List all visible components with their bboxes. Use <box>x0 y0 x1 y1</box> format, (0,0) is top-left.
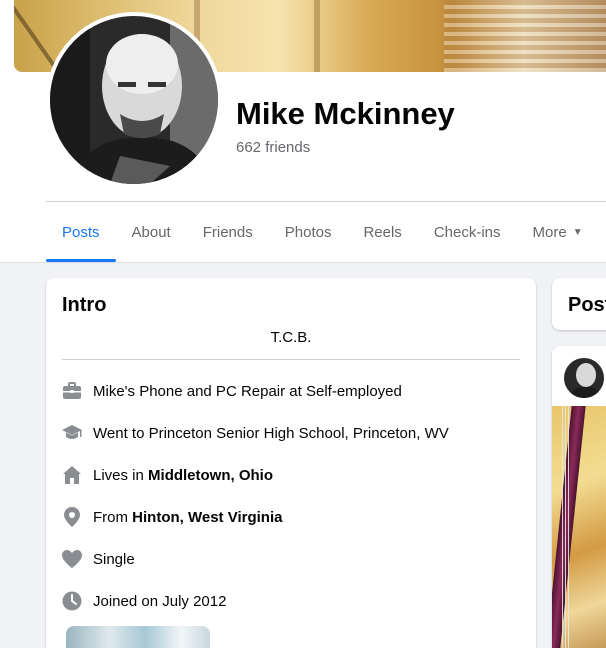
intro-work: Mike's Phone and PC Repair at Self-emplo… <box>60 379 402 403</box>
intro-title: Intro <box>62 294 107 316</box>
profile-tabs: Posts About Friends Photos Reels Check-i… <box>46 202 599 262</box>
intro-relationship-text: Single <box>93 550 135 568</box>
featured-photo[interactable] <box>66 626 210 648</box>
profile-name: Mike Mckinney <box>236 96 455 131</box>
post-card <box>552 346 606 648</box>
tab-reels[interactable]: Reels <box>347 202 417 262</box>
tab-check-ins[interactable]: Check-ins <box>418 202 517 262</box>
posts-header-card: Post <box>552 278 606 330</box>
clock-icon <box>60 589 84 613</box>
tab-photos[interactable]: Photos <box>269 202 348 262</box>
intro-joined-text: Joined on July 2012 <box>93 592 227 610</box>
intro-from-prefix: From <box>93 508 133 526</box>
intro-joined: Joined on July 2012 <box>60 589 226 613</box>
tab-label: Check-ins <box>433 223 501 241</box>
intro-lives: Lives in Middletown, Ohio <box>60 463 273 487</box>
intro-lives-prefix: Lives in <box>93 466 149 484</box>
tab-label: Friends <box>202 223 253 241</box>
tab-posts[interactable]: Posts <box>46 202 116 262</box>
tab-more[interactable]: More ▼ <box>517 202 599 262</box>
intro-divider <box>62 359 520 360</box>
caret-down-icon: ▼ <box>572 226 583 238</box>
heart-icon <box>60 547 84 571</box>
location-pin-icon <box>60 505 84 529</box>
tab-label: Posts <box>62 223 100 241</box>
graduation-cap-icon <box>60 421 84 445</box>
post-photo[interactable] <box>552 406 606 648</box>
intro-from: From Hinton, West Virginia <box>60 505 282 529</box>
tab-friends[interactable]: Friends <box>187 202 269 262</box>
intro-card: Intro T.C.B. Mike's Phone and PC Repair … <box>46 278 536 648</box>
tab-label: About <box>131 223 171 241</box>
home-icon <box>60 463 84 487</box>
tab-label: Photos <box>284 223 332 241</box>
post-author-avatar[interactable] <box>564 358 604 398</box>
intro-from-place[interactable]: Hinton, West Virginia <box>132 509 282 526</box>
tab-label: More <box>532 223 567 241</box>
briefcase-icon <box>60 379 84 403</box>
intro-education-text: Went to Princeton Senior High School, Pr… <box>93 424 449 442</box>
profile-avatar[interactable] <box>46 12 222 188</box>
tab-about[interactable]: About <box>116 202 187 262</box>
intro-education: Went to Princeton Senior High School, Pr… <box>60 421 449 445</box>
intro-lives-place[interactable]: Middletown, Ohio <box>148 467 273 484</box>
profile-header: Mike Mckinney 662 friends Posts About Fr… <box>0 0 606 263</box>
intro-relationship: Single <box>60 547 135 571</box>
friends-count[interactable]: 662 friends <box>236 139 310 156</box>
intro-bio: T.C.B. <box>270 329 312 346</box>
posts-header-title: Post <box>568 294 606 316</box>
tab-label: Reels <box>363 223 402 241</box>
intro-work-text: Mike's Phone and PC Repair at Self-emplo… <box>93 382 402 400</box>
